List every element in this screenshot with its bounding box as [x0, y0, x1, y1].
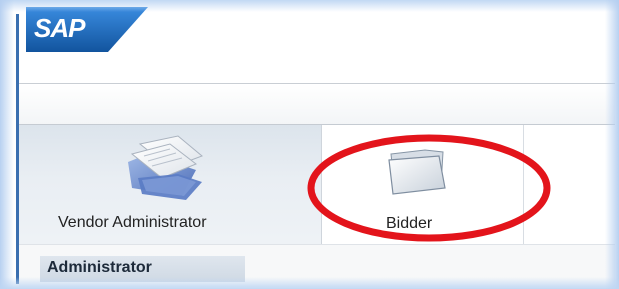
documents-folder-icon: [128, 135, 203, 200]
folder-icon: [388, 149, 446, 195]
header-subbar: [19, 84, 615, 124]
nav-label-bidder: Bidder: [386, 215, 433, 232]
sap-portal-window: SAP Vendor Administrator Bidder Administ…: [0, 0, 619, 289]
window-glow-left: [0, 0, 14, 289]
nav-divider: [19, 244, 615, 245]
sap-logo-text: SAP: [34, 13, 85, 43]
nav-label-vendor-administrator: Vendor Administrator: [58, 214, 207, 231]
section-label-administrator: Administrator: [47, 259, 152, 276]
left-accent-rule: [16, 14, 19, 284]
sap-logo: SAP: [26, 7, 148, 52]
nav-tab-empty: [524, 125, 615, 244]
